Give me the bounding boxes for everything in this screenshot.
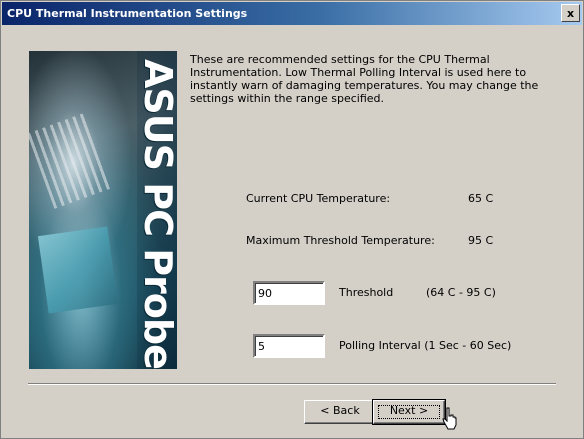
polling-interval-input[interactable]: 5 bbox=[253, 334, 325, 358]
threshold-label: Threshold bbox=[339, 286, 394, 299]
window-title: CPU Thermal Instrumentation Settings bbox=[7, 7, 248, 20]
separator bbox=[28, 383, 556, 385]
description-text: These are recommended settings for the C… bbox=[190, 53, 539, 105]
threshold-range: (64 C - 95 C) bbox=[426, 286, 496, 299]
title-bar[interactable]: CPU Thermal Instrumentation Settings x bbox=[2, 2, 582, 25]
hand-cursor-icon bbox=[442, 407, 457, 430]
next-button[interactable]: Next > bbox=[372, 399, 446, 425]
current-temp-label: Current CPU Temperature: bbox=[246, 192, 391, 205]
polling-interval-label: Polling Interval (1 Sec - 60 Sec) bbox=[339, 339, 512, 352]
current-temp-value: 65 C bbox=[468, 192, 494, 205]
banner-pins-graphic bbox=[29, 113, 111, 209]
banner-chip-graphic bbox=[37, 226, 119, 314]
banner-brand-text: ASUS PC Probe bbox=[136, 59, 177, 369]
next-button-label: Next > bbox=[389, 404, 429, 417]
threshold-input[interactable]: 90 bbox=[253, 281, 325, 305]
max-threshold-label: Maximum Threshold Temperature: bbox=[246, 234, 435, 247]
back-button[interactable]: < Back bbox=[304, 400, 376, 424]
asus-pc-probe-banner: ASUS PC Probe bbox=[29, 51, 177, 369]
close-icon: x bbox=[566, 7, 575, 20]
max-threshold-value: 95 C bbox=[468, 234, 494, 247]
settings-dialog: CPU Thermal Instrumentation Settings x A… bbox=[0, 0, 584, 439]
close-button[interactable]: x bbox=[561, 4, 580, 22]
back-button-label: < Back bbox=[320, 404, 360, 417]
